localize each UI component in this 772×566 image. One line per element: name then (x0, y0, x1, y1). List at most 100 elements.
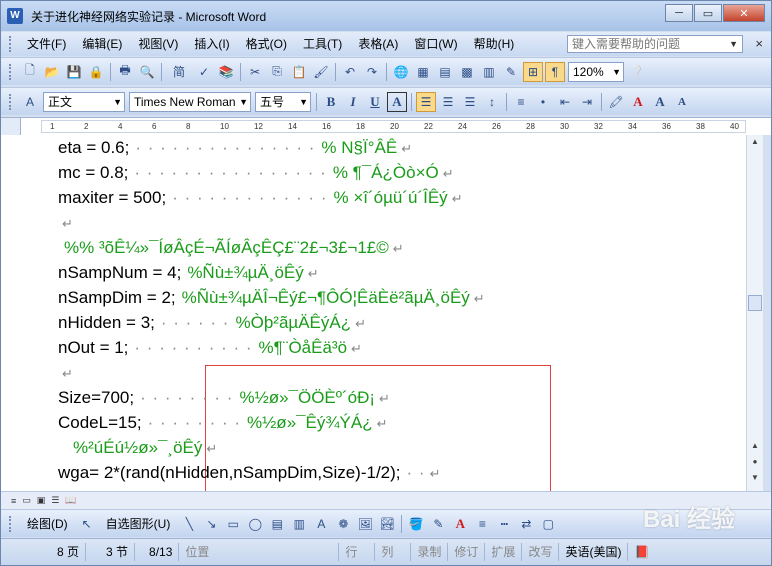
zoom-select[interactable]: 120% ▼ (568, 61, 624, 82)
font-size-select[interactable]: 五号 ▼ (255, 91, 311, 112)
menu-view[interactable]: 视图(V) (130, 32, 186, 56)
status-record[interactable]: 录制 (411, 543, 449, 561)
horizontal-ruler[interactable]: 1 2 4 6 8 10 12 14 16 18 20 22 24 26 28 30 32 34 36 38 40 (1, 117, 771, 136)
picture-icon[interactable]: 🏞 (377, 514, 397, 534)
undo-icon[interactable]: ↶ (340, 62, 360, 82)
menu-help[interactable]: 帮助(H) (466, 32, 523, 56)
drawing-icon[interactable]: ✎ (501, 62, 521, 82)
italic-button[interactable]: I (343, 92, 363, 112)
copy-icon[interactable]: ⎘ (267, 62, 287, 82)
document-line[interactable]: CodeL=15; · · · · · · · · %½ø»¯Êý¾ÝÁ¿ ↵ (58, 410, 388, 435)
document-map-icon[interactable]: ⊞ (523, 61, 543, 82)
bold-button[interactable]: B (321, 92, 341, 112)
scroll-up-icon[interactable]: ▲ (748, 137, 762, 151)
redo-icon[interactable]: ↷ (362, 62, 382, 82)
columns-icon[interactable]: ▥ (479, 62, 499, 82)
cut-icon[interactable]: ✂ (245, 62, 265, 82)
menu-table[interactable]: 表格(A) (350, 32, 406, 56)
font-select[interactable]: Times New Roman ▼ (129, 91, 251, 112)
menu-insert[interactable]: 插入(I) (186, 32, 237, 56)
arrow-style-icon[interactable]: ⇄ (516, 514, 536, 534)
spelling-icon[interactable]: ✓ (194, 62, 214, 82)
document-line[interactable]: nHidden = 3; · · · · · · %Òþ²ãµÄÊýÁ¿ ↵ (58, 310, 366, 335)
align-center-icon[interactable]: ☰ (438, 92, 458, 112)
format-painter-icon[interactable]: 🖌 (311, 62, 331, 82)
font-color-button[interactable]: A (628, 92, 648, 112)
document-line[interactable]: %²úÉú½ø»¯¸öÊý ↵ (67, 435, 217, 460)
status-track-changes[interactable]: 修订 (448, 543, 486, 561)
word-app-icon[interactable]: W (7, 8, 23, 24)
line-icon[interactable]: ╲ (179, 514, 199, 534)
help-search-input[interactable]: 键入需要帮助的问题 ▼ (567, 35, 743, 53)
hyperlink-icon[interactable]: 🌐 (391, 62, 411, 82)
minimize-button[interactable]: ─ (665, 4, 693, 22)
save-icon[interactable]: 💾 (64, 62, 84, 82)
shrink-font-button[interactable]: A (672, 92, 692, 112)
ruler-scale[interactable]: 1 2 4 6 8 10 12 14 16 18 20 22 24 26 28 30 32 34 36 38 40 (41, 120, 746, 133)
menu-tools[interactable]: 工具(T) (295, 32, 350, 56)
style-select[interactable]: 正文 ▼ (43, 91, 125, 112)
bullets-icon[interactable]: • (533, 92, 553, 112)
menu-file[interactable]: 文件(F) (19, 32, 74, 56)
fill-color-icon[interactable]: 🪣 (406, 514, 426, 534)
char-border-button[interactable]: A (387, 91, 407, 112)
toolbar-grip[interactable] (9, 515, 13, 532)
align-right-icon[interactable]: ☰ (460, 92, 480, 112)
print-icon[interactable]: 🖶 (115, 62, 135, 82)
document-line[interactable]: eta = 0.6; · · · · · · · · · · · · · · ·%… (58, 135, 412, 160)
draw-font-color-icon[interactable]: A (450, 514, 470, 534)
oval-icon[interactable]: ◯ (245, 514, 265, 534)
highlight-icon[interactable]: 🖍 (606, 92, 626, 112)
research-icon[interactable]: 📚 (216, 62, 236, 82)
document-line[interactable]: wga= 2*(rand(nHidden,nSampDim,Size)-1/2)… (58, 460, 440, 485)
outline-view-icon[interactable]: ☰ (51, 495, 59, 506)
decrease-indent-icon[interactable]: ⇤ (555, 92, 575, 112)
status-language[interactable]: 英语(美国) (559, 543, 629, 561)
grow-font-button[interactable]: A (650, 92, 670, 112)
textbox-icon[interactable]: ▤ (267, 514, 287, 534)
new-document-icon[interactable]: 🗋 (20, 62, 40, 82)
line-color-icon[interactable]: ✎ (428, 514, 448, 534)
clipart-icon[interactable]: 🖼 (355, 514, 375, 534)
insert-table-icon[interactable]: ▤ (435, 62, 455, 82)
dash-style-icon[interactable]: ┅ (494, 514, 514, 534)
tables-borders-icon[interactable]: ▦ (413, 62, 433, 82)
vertical-scrollbar[interactable]: ▲ ▲ ● ▼ (746, 135, 763, 491)
close-button[interactable]: ✕ (723, 4, 765, 22)
traditional-chinese-icon[interactable]: 简 (166, 62, 192, 82)
document-line[interactable]: mc = 0.8; · · · · · · · · · · · · · · · ·… (58, 160, 454, 185)
line-style-icon[interactable]: ≡ (472, 514, 492, 534)
increase-indent-icon[interactable]: ⇥ (577, 92, 597, 112)
tab-selector[interactable] (1, 118, 21, 136)
reading-view-icon[interactable]: 📖 (65, 495, 76, 506)
spelling-status-icon[interactable]: 📕 (628, 543, 655, 561)
previous-page-icon[interactable]: ▲ (748, 441, 762, 455)
document-line[interactable]: nSampNum = 4; %Ñù±¾µÄ¸öÊý ↵ (58, 260, 319, 285)
document-line[interactable]: maxiter = 500; · · · · · · · · · · · · ·%… (58, 185, 463, 210)
underline-button[interactable]: U (365, 92, 385, 112)
document-close-icon[interactable]: × (755, 36, 763, 51)
scroll-thumb[interactable] (748, 295, 762, 311)
arrow-icon[interactable]: ↘ (201, 514, 221, 534)
insert-excel-icon[interactable]: ▩ (457, 62, 477, 82)
next-page-icon[interactable]: ▼ (748, 473, 762, 487)
document-line[interactable]: ↵ (58, 360, 73, 385)
status-extend[interactable]: 扩展 (485, 543, 523, 561)
numbering-icon[interactable]: ≡ (511, 92, 531, 112)
align-justify-icon[interactable]: ☰ (416, 91, 436, 112)
toolbar-grip[interactable] (9, 63, 13, 80)
print-preview-icon[interactable]: 🔍 (137, 62, 157, 82)
document-line[interactable]: %% ³õÊ¼»¯ÍøÂçÉ¬ÃÍøÂçÊÇ£¨2£¬3£¬1£© ↵ (58, 235, 404, 260)
menu-edit[interactable]: 编辑(E) (74, 32, 130, 56)
shadow-icon[interactable]: ▢ (538, 514, 558, 534)
diagram-icon[interactable]: ❁ (333, 514, 353, 534)
browse-object-icon[interactable]: ● (748, 457, 762, 471)
chevron-down-icon[interactable]: ▼ (729, 36, 738, 52)
open-folder-icon[interactable]: 📂 (42, 62, 62, 82)
menu-window[interactable]: 窗口(W) (406, 32, 465, 56)
draw-menu[interactable]: 绘图(D) (19, 512, 76, 536)
restore-button[interactable]: ▭ (694, 4, 722, 22)
wordart-icon[interactable]: A (311, 514, 331, 534)
select-objects-icon[interactable]: ↖ (77, 514, 97, 534)
styles-pane-icon[interactable]: A (20, 92, 40, 112)
